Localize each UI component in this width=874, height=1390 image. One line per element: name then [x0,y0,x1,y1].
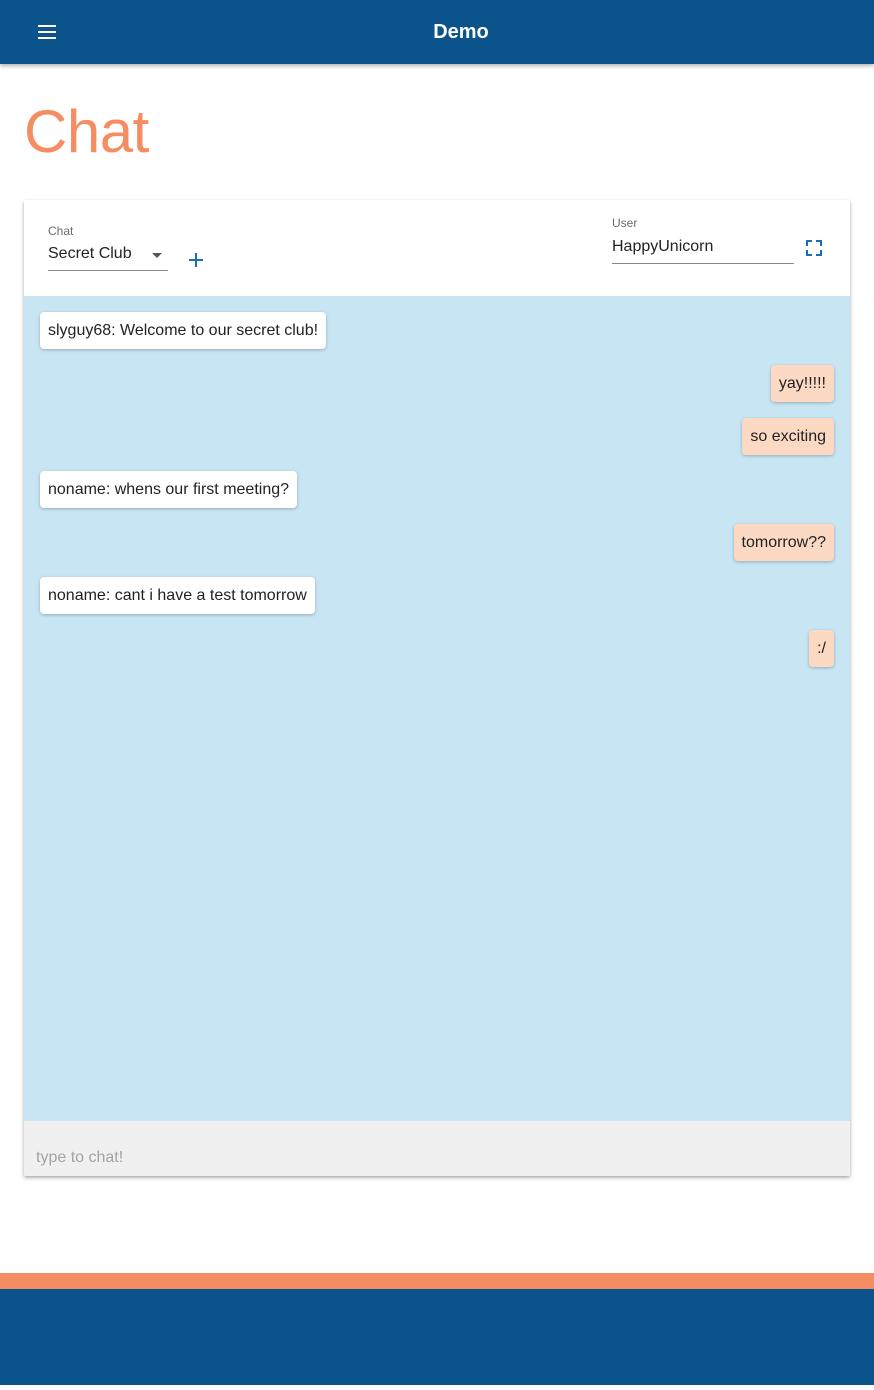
dropdown-arrow-icon [152,253,162,258]
fullscreen-button[interactable] [804,238,824,258]
chat-input-area [24,1121,850,1176]
fullscreen-icon [806,240,822,256]
own-message-bubble: so exciting [742,418,834,455]
footer-accent-bar [0,1273,874,1289]
app-title: Demo [433,21,489,43]
user-field-label: User [612,216,638,230]
footer [0,1289,874,1385]
message-bubble: noname: cant i have a test tomorrow [40,577,315,614]
own-message-bubble: yay!!!!! [770,365,834,402]
username-field[interactable] [612,234,794,264]
chat-select[interactable]: Secret Club [48,242,168,271]
plus-icon [189,253,203,267]
chat-card: Chat Secret Club User slyguy68: Welcome … [24,200,850,1176]
chat-select-value: Secret Club [48,245,132,262]
chat-select-label: Chat [48,224,74,238]
add-chat-button[interactable] [184,248,208,272]
message-bubble: noname: whens our first meeting? [40,471,298,508]
message-list: slyguy68: Welcome to our secret club! ya… [24,296,850,1121]
chat-input[interactable] [36,1145,836,1171]
message-bubble: slyguy68: Welcome to our secret club! [40,312,327,349]
page-title: Chat [24,98,149,165]
app-bar: Demo [0,0,874,64]
own-message-bubble: tomorrow?? [733,524,834,561]
chat-card-header: Chat Secret Club User [24,200,850,296]
own-message-bubble: :/ [809,630,834,667]
